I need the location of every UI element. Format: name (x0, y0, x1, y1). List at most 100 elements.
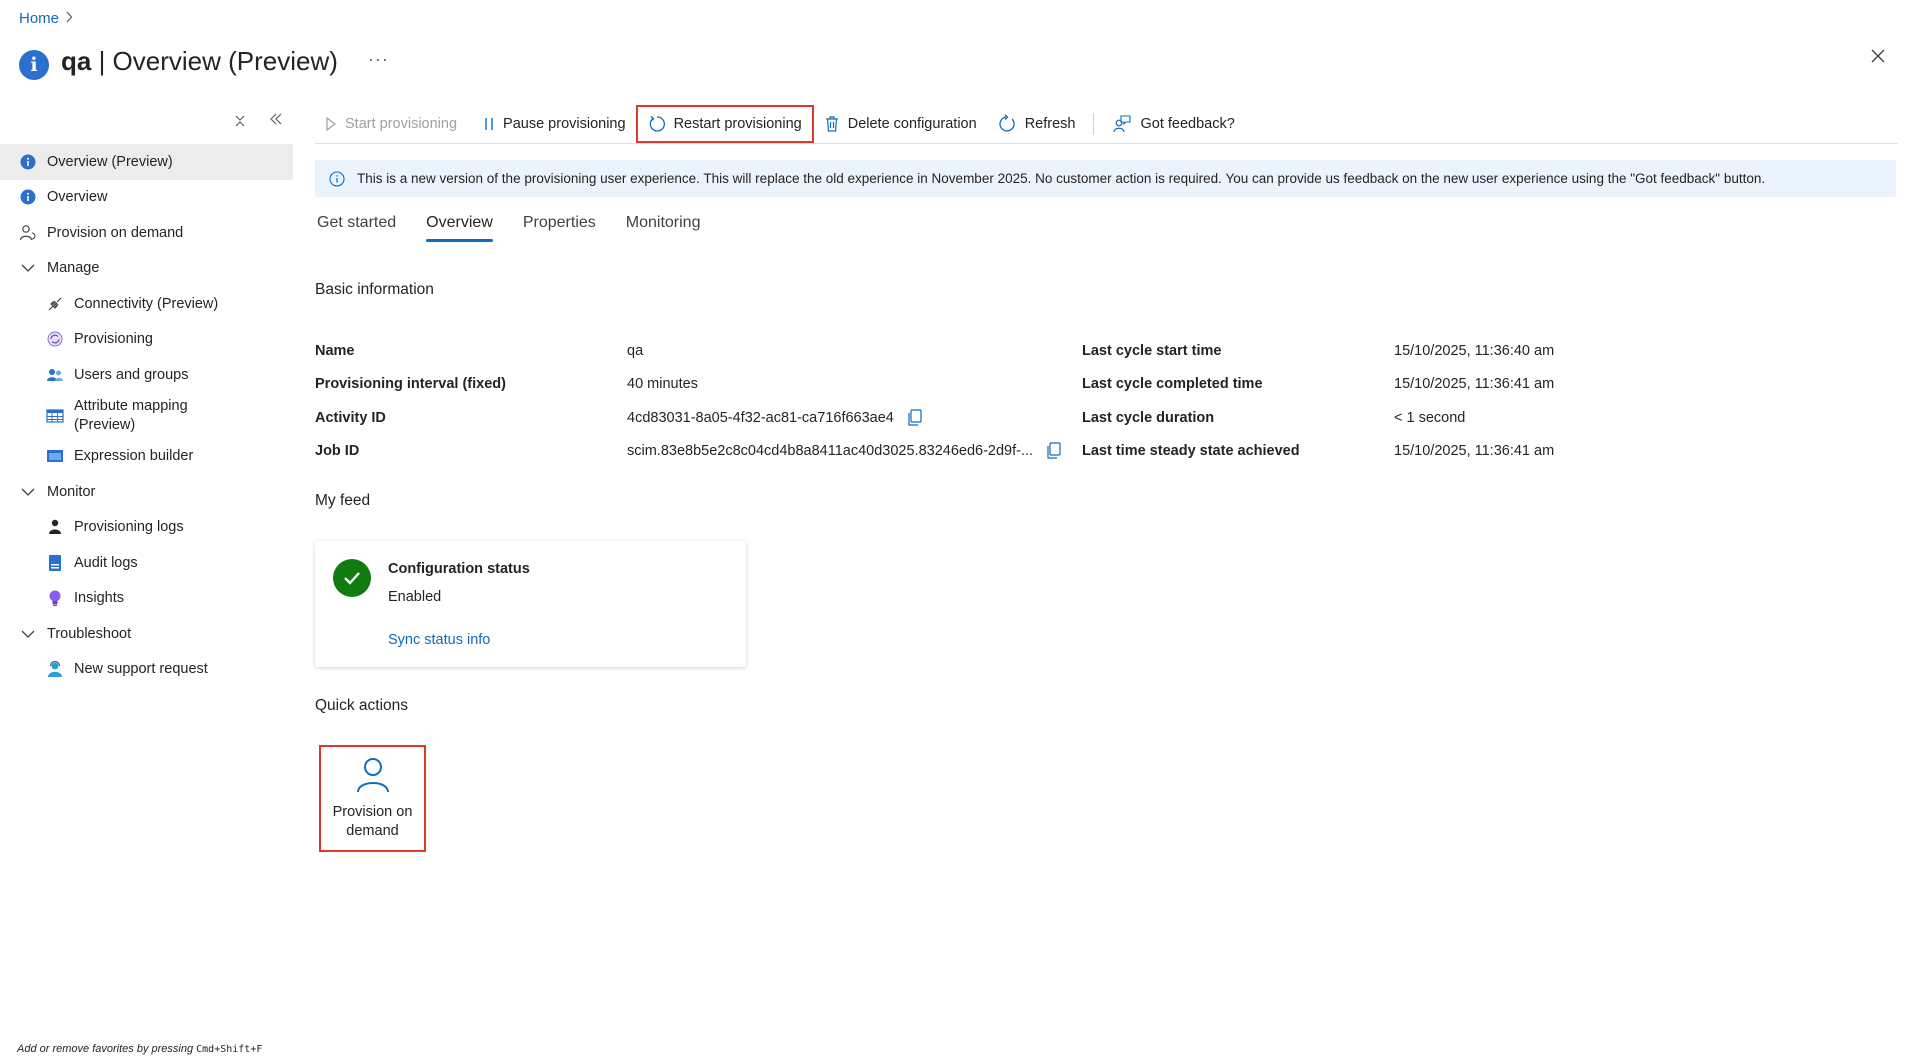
sidebar-item-label: Provisioning logs (74, 519, 184, 536)
copy-activity-id-button[interactable] (906, 409, 922, 427)
sidebar-item-attribute-mapping[interactable]: Attribute mapping (Preview) (0, 393, 293, 439)
sidebar-item-users-and-groups[interactable]: Users and groups (0, 357, 293, 393)
page-header: i qa | Overview (Preview) ··· (19, 42, 389, 80)
sidebar-item-overview[interactable]: Overview (0, 180, 293, 216)
more-options-button[interactable]: ··· (368, 49, 389, 70)
info-value: 15/10/2025, 11:36:40 am (1394, 342, 1555, 359)
sidebar-item-expression-builder[interactable]: Expression builder (0, 439, 293, 475)
collapse-sidebar-button[interactable] (269, 112, 283, 131)
plug-icon (46, 295, 64, 313)
info-value: 40 minutes (627, 376, 698, 393)
breadcrumb: Home (19, 10, 73, 27)
card-status: Enabled (388, 589, 442, 605)
check-circle-icon (333, 559, 371, 597)
person-icon (355, 756, 391, 797)
provision-on-demand-tile[interactable]: Provision on demand (319, 745, 426, 852)
refresh-button[interactable]: Refresh (987, 107, 1086, 141)
info-value: scim.83e8b5e2c8c04cd4b8a8411ac40d3025.83… (627, 442, 1082, 460)
sidebar-item-label: Monitor (47, 483, 96, 500)
info-row: Provisioning interval (fixed) 40 minutes… (315, 368, 1635, 402)
sidebar-item-new-support-request[interactable]: New support request (0, 652, 293, 688)
sidebar-item-label: Manage (47, 260, 100, 277)
collapse-all-button[interactable] (234, 114, 246, 131)
info-row: Name qa Last cycle start time 15/10/2025… (315, 334, 1635, 368)
restart-provisioning-button[interactable]: Restart provisioning (635, 104, 814, 143)
sidebar-item-label: New support request (74, 661, 208, 678)
info-value: qa (627, 342, 644, 359)
info-label: Job ID (315, 443, 360, 460)
play-icon (325, 116, 337, 132)
sidebar-item-label: Insights (74, 590, 124, 607)
quick-actions-heading: Quick actions (315, 697, 409, 714)
sidebar-item-audit-logs[interactable]: Audit logs (0, 545, 293, 581)
expression-icon (46, 447, 64, 465)
sidebar: Overview (Preview) Overview Provision on… (0, 104, 293, 687)
sidebar-item-connectivity[interactable]: Connectivity (Preview) (0, 286, 293, 322)
start-provisioning-label: Start provisioning (345, 115, 458, 132)
configuration-status-card: Configuration status Enabled Sync status… (315, 541, 746, 667)
delete-configuration-button[interactable]: Delete configuration (814, 107, 987, 141)
sidebar-item-overview-preview[interactable]: Overview (Preview) (0, 144, 293, 180)
sidebar-group-manage[interactable]: Manage (0, 251, 293, 287)
chevron-right-icon (65, 11, 73, 26)
tab-get-started[interactable]: Get started (317, 214, 396, 242)
info-row: Activity ID 4cd83031-8a05-4f32-ac81-ca71… (315, 401, 1635, 435)
toolbar-divider (1093, 112, 1095, 135)
page-title: qa | Overview (Preview) (61, 45, 338, 76)
pause-provisioning-label: Pause provisioning (503, 115, 626, 132)
info-banner-text: This is a new version of the provisionin… (357, 171, 1766, 186)
sidebar-group-troubleshoot[interactable]: Troubleshoot (0, 616, 293, 652)
sidebar-group-monitor[interactable]: Monitor (0, 474, 293, 510)
info-icon: i (19, 50, 49, 80)
person-log-icon (46, 518, 64, 536)
person-sync-icon (19, 224, 37, 242)
delete-configuration-label: Delete configuration (847, 115, 977, 132)
trash-icon (824, 115, 840, 133)
sidebar-item-label: Provision on demand (47, 224, 184, 241)
users-icon (46, 366, 64, 384)
tile-label: Provision on demand (332, 804, 413, 839)
info-value: 15/10/2025, 11:36:41 am (1394, 376, 1555, 393)
start-provisioning-button[interactable]: Start provisioning (315, 107, 467, 141)
sidebar-item-provision-on-demand[interactable]: Provision on demand (0, 215, 293, 251)
sidebar-item-label: Attribute mapping (Preview) (74, 397, 188, 433)
info-value: 4cd83031-8a05-4f32-ac81-ca716f663ae4 (627, 409, 1082, 427)
audit-icon (46, 554, 64, 572)
pause-icon (483, 116, 495, 132)
my-feed-heading: My feed (315, 492, 371, 509)
tab-monitoring[interactable]: Monitoring (626, 214, 701, 242)
sidebar-item-label: Provisioning (74, 331, 153, 348)
sync-status-info-link[interactable]: Sync status info (388, 632, 490, 648)
support-icon (46, 660, 64, 678)
sidebar-item-insights[interactable]: Insights (0, 581, 293, 617)
command-bar: Start provisioning Pause provisioning Re… (315, 104, 1898, 144)
info-icon (19, 153, 37, 171)
chevron-down-icon (19, 259, 37, 277)
tab-list: Get started Overview Properties Monitori… (317, 214, 700, 242)
got-feedback-button[interactable]: Got feedback? (1102, 107, 1244, 141)
breadcrumb-home-link[interactable]: Home (19, 10, 59, 27)
tab-properties[interactable]: Properties (523, 214, 596, 242)
provisioning-icon (46, 330, 64, 348)
copy-icon (1047, 442, 1061, 459)
basic-information-grid: Name qa Last cycle start time 15/10/2025… (315, 334, 1635, 468)
info-label: Last cycle start time (1082, 342, 1222, 359)
sidebar-item-provisioning-logs[interactable]: Provisioning logs (0, 510, 293, 546)
sidebar-item-label: Audit logs (74, 554, 138, 571)
refresh-label: Refresh (1024, 115, 1076, 132)
info-icon (19, 188, 37, 206)
double-chevron-left-icon (270, 113, 282, 125)
pause-provisioning-button[interactable]: Pause provisioning (473, 107, 636, 141)
sidebar-item-label: Overview (Preview) (47, 153, 173, 170)
bulb-icon (46, 589, 64, 607)
activity-id-value: 4cd83031-8a05-4f32-ac81-ca716f663ae4 (627, 409, 894, 426)
copy-job-id-button[interactable] (1045, 442, 1061, 460)
info-outline-icon (329, 170, 345, 187)
sidebar-item-provisioning[interactable]: Provisioning (0, 322, 293, 358)
tab-overview[interactable]: Overview (426, 214, 493, 242)
info-label: Last cycle completed time (1082, 376, 1263, 393)
info-label: Last time steady state achieved (1082, 443, 1300, 460)
close-button[interactable] (1866, 44, 1890, 68)
collapse-icon (235, 115, 245, 127)
info-label: Last cycle duration (1082, 409, 1215, 426)
